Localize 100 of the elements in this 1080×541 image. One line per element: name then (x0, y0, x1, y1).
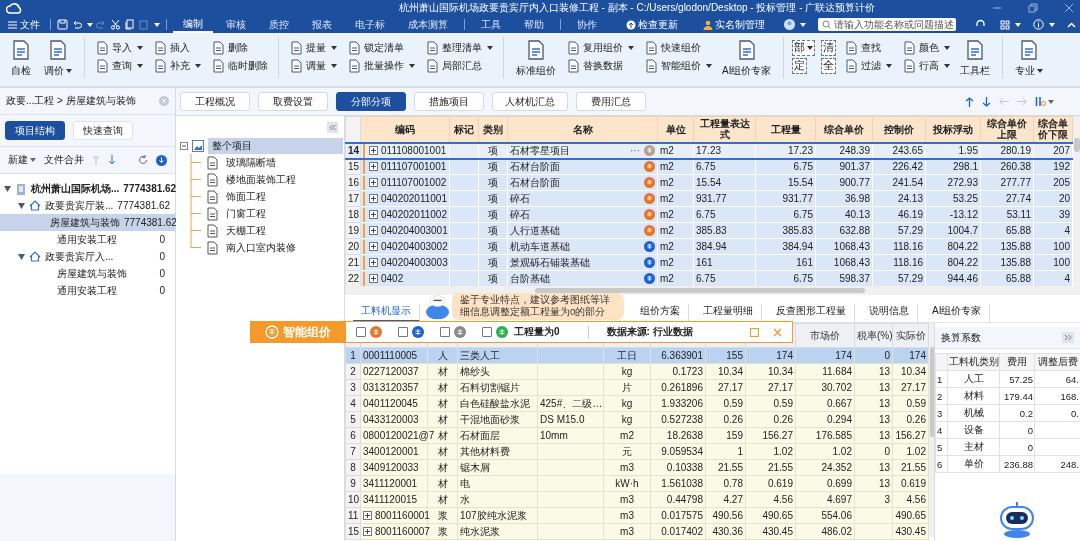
menu-tab[interactable]: 帮助 (514, 16, 554, 33)
toolbar-button[interactable]: 文件合并 (44, 153, 84, 167)
tree-item[interactable]: 天棚工程 (222, 222, 270, 239)
toolbar-button[interactable]: 局部汇总 (423, 57, 495, 74)
menu-tab[interactable]: 电子标 (345, 16, 395, 33)
tab[interactable]: 快速查询 (73, 121, 133, 140)
toolbar-button[interactable]: 调量 (287, 57, 339, 74)
column-header[interactable]: 名称 (507, 116, 658, 143)
tree-item[interactable]: 南入口室内装修 (222, 239, 300, 256)
column-header[interactable]: 投标浮动 (925, 116, 981, 143)
panel-title: 换算系数 (941, 330, 981, 345)
menu-tab[interactable]: 协作 (567, 16, 607, 33)
toolbar-button[interactable]: 专业 (1011, 37, 1048, 80)
tab[interactable]: 说明信息 (861, 304, 918, 322)
tab[interactable]: 项目结构 (5, 121, 65, 140)
table-cell: 57.25 (999, 370, 1035, 388)
column-header[interactable]: 综合单价下限 (1033, 116, 1073, 143)
toolbar-button[interactable]: 行高 (900, 57, 953, 74)
toolbar-button[interactable]: 工具栏 (956, 37, 995, 80)
toolbar-button[interactable]: 删除 (209, 39, 270, 56)
tab[interactable]: AI组价专家 (924, 304, 991, 322)
tree-item[interactable]: 饰面工程 (222, 188, 270, 205)
tree-item[interactable]: 门窗工程 (222, 205, 270, 222)
tree-item[interactable]: 政要贵宾厅入... 0 (0, 248, 175, 265)
update-button[interactable]: 检查更新 (620, 16, 684, 33)
account-button[interactable]: 实名制管理 (697, 16, 771, 33)
toolbar-button[interactable]: 临时删除 (209, 57, 270, 74)
tree-item[interactable]: 杭州萧山国际机场... 7774381.62 (0, 180, 175, 197)
checkbox[interactable] (356, 327, 366, 337)
column-header[interactable]: 编码 (360, 116, 450, 143)
column-header[interactable]: 费用 (999, 353, 1035, 371)
toolbar-button[interactable]: 颜色 (900, 39, 953, 56)
tree-item[interactable]: 整个项目 (208, 138, 343, 154)
toolbar-button[interactable]: 快速组价 (642, 39, 714, 56)
menu-tab[interactable]: 工具 (471, 16, 511, 33)
tree-item[interactable]: 房屋建筑与装饰 0 (0, 265, 175, 282)
table-cell: 机械 (947, 404, 1000, 422)
column-header[interactable]: 控制价 (872, 116, 926, 143)
column-header[interactable]: 调整后费 (1034, 353, 1080, 371)
toolbar-button[interactable]: 提量 (287, 39, 339, 56)
menu-tab[interactable]: 质控 (259, 16, 299, 33)
connector-line (188, 171, 202, 188)
scrollbar[interactable] (345, 286, 1080, 295)
toolbar-button[interactable]: 定 (792, 57, 808, 74)
expand-icon (369, 242, 378, 251)
tab[interactable]: 取费设置 (258, 92, 328, 111)
tree-item[interactable]: 通用安装工程 0 (0, 282, 175, 299)
toolbar-button[interactable]: AI组价专家 (718, 37, 776, 80)
column-header[interactable]: 综合单价 (815, 116, 873, 143)
scrollbar[interactable] (1073, 116, 1080, 286)
tree-item[interactable]: 房屋建筑与装饰 7774381.62 (0, 214, 175, 231)
column-header[interactable]: 标记 (449, 116, 479, 143)
toolbar-button[interactable]: 过滤 (842, 57, 895, 74)
toolbar-button[interactable]: 全 (821, 57, 837, 74)
tree-item[interactable]: 玻璃隔断墙 (222, 154, 280, 171)
tab[interactable]: 分部分项 (336, 92, 406, 111)
menu-tab[interactable]: 审核 (216, 16, 256, 33)
file-menu[interactable]: 文件 (4, 17, 44, 32)
tab[interactable]: 费用汇总 (576, 92, 646, 111)
toolbar-button[interactable]: 智能组价 (642, 57, 714, 74)
close-icon (1064, 3, 1074, 13)
search-field[interactable]: 请输入功能名称或问题描述 (818, 18, 956, 31)
menu-tab[interactable]: 报表 (302, 16, 342, 33)
toolbar-button[interactable]: 清 (821, 39, 837, 56)
toolbar-button[interactable]: 整理清单 (423, 39, 495, 56)
toolbar-button[interactable]: 自检 (6, 37, 36, 80)
column-header[interactable]: 单位 (657, 116, 694, 143)
menu-tab[interactable]: 成本测算 (398, 16, 458, 33)
toolbar-button[interactable]: 替换数据 (564, 57, 636, 74)
column-header[interactable]: 工程量表达式 (693, 116, 756, 143)
tab[interactable]: 人材机汇总 (492, 92, 568, 111)
checkbox[interactable] (398, 327, 408, 337)
more-button[interactable]: ··· (630, 145, 640, 156)
tab[interactable]: 措施项目 (414, 92, 484, 111)
toolbar-button[interactable]: 标准组价 (512, 37, 560, 80)
column-header[interactable]: 税率(%) (854, 323, 893, 348)
tree-item[interactable]: 通用安装工程 0 (0, 231, 175, 248)
checkbox[interactable] (440, 327, 450, 337)
toolbar-button[interactable]: 锁定清单 (345, 39, 417, 56)
column-header[interactable]: 综合单价上限 (980, 116, 1034, 143)
tab[interactable]: 工程概况 (180, 92, 250, 111)
document-icon (644, 58, 658, 73)
toolbar-button[interactable]: 调价 (40, 37, 76, 80)
column-header[interactable]: 工料机类别 (947, 353, 1000, 371)
column-header[interactable]: 实际价 (892, 323, 929, 348)
tree-item[interactable]: 楼地面装饰工程 (222, 171, 300, 188)
checkbox[interactable] (482, 327, 492, 337)
toolbar-button[interactable]: 复用组价 (564, 39, 636, 56)
column-header[interactable]: 类别 (478, 116, 508, 143)
toolbar-button[interactable]: 补充 (151, 57, 203, 74)
column-header[interactable]: 工程量 (755, 116, 816, 143)
toolbar-button[interactable]: 部 (792, 39, 816, 56)
toolbar-button[interactable]: 批量操作 (345, 57, 417, 74)
toolbar-button[interactable]: 新建 (8, 153, 36, 167)
tree-item[interactable]: 政要贵宾厅装... 7774381.62 (0, 197, 175, 214)
column-header[interactable]: 市场价 (795, 323, 855, 348)
toolbar-button[interactable]: 查询 (93, 57, 145, 74)
toolbar-button[interactable]: 导入 (93, 39, 145, 56)
toolbar-button[interactable]: 插入 (151, 39, 203, 56)
toolbar-button[interactable]: 查找 (842, 39, 895, 56)
